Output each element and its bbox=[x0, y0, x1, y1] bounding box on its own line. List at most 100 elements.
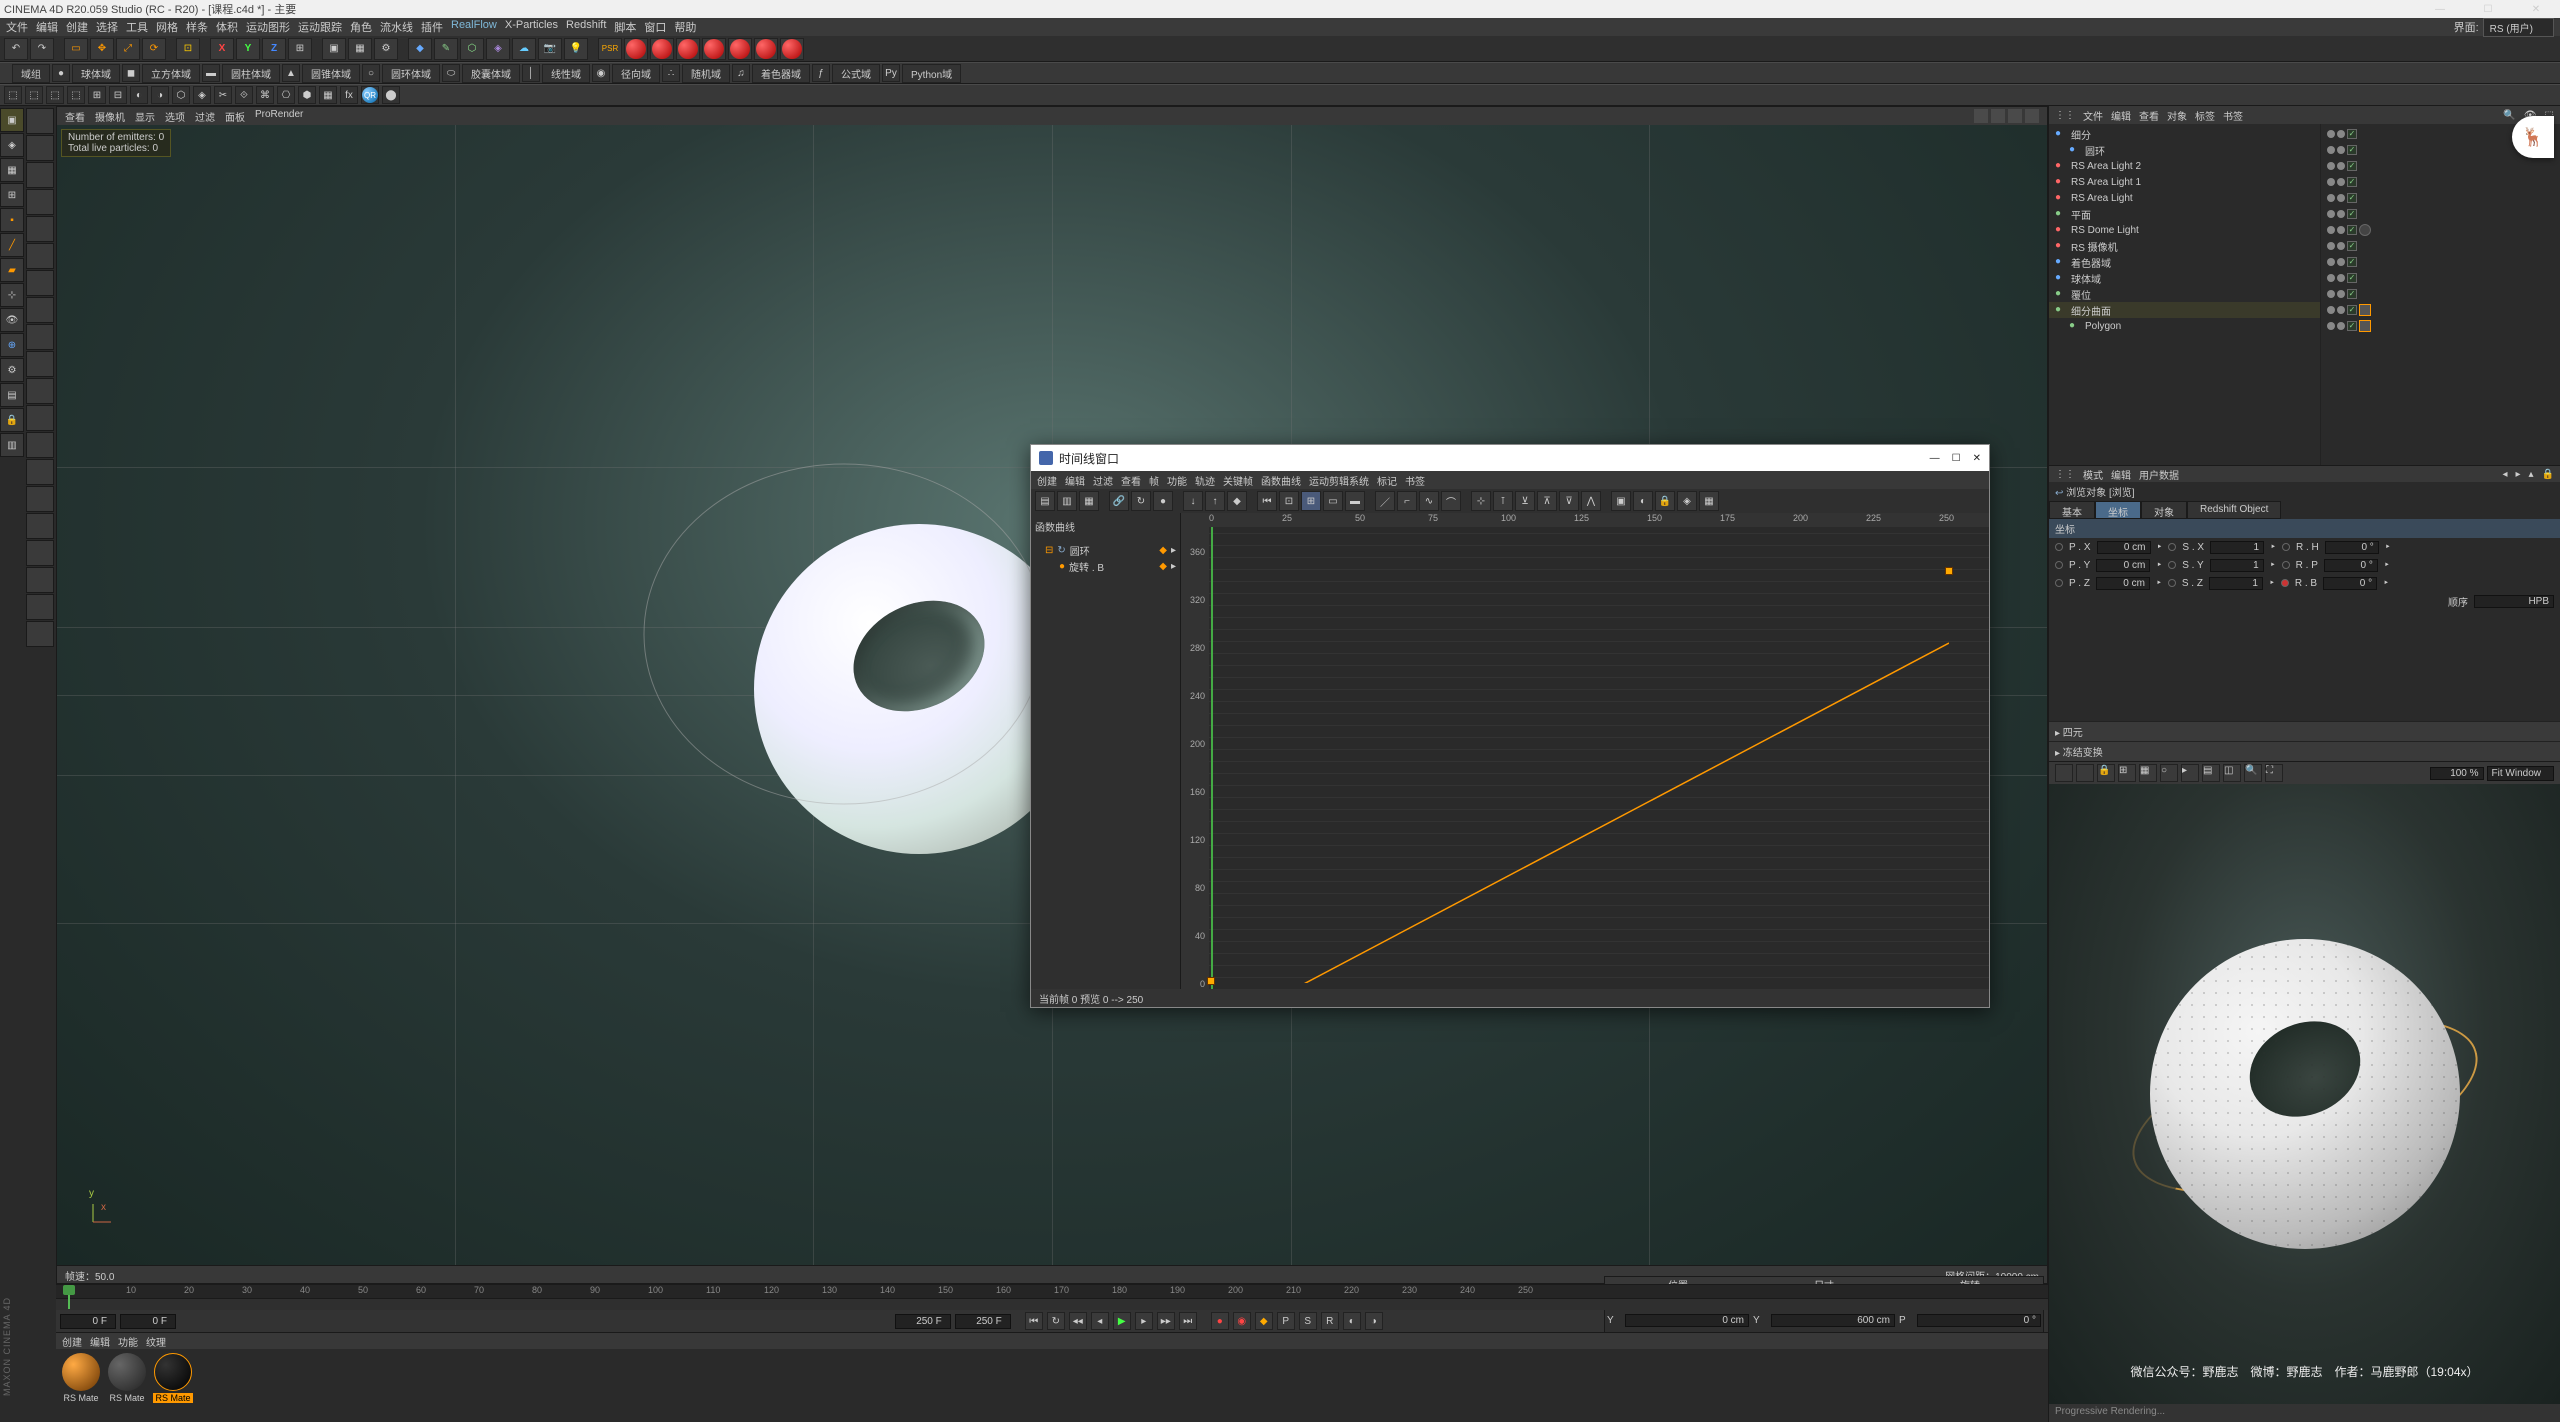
rp-ab-icon[interactable] bbox=[2076, 764, 2094, 782]
rp-full-icon[interactable]: ⛶ bbox=[2265, 764, 2283, 782]
capsule-field-icon[interactable]: ⬭ bbox=[442, 64, 460, 82]
track-item[interactable]: ● 旋转 . B ◆ ▸ bbox=[1035, 558, 1176, 574]
psr-button[interactable]: PSR bbox=[598, 38, 622, 60]
rot-field[interactable]: 0 ° bbox=[2323, 577, 2377, 590]
layer-dot-icon[interactable] bbox=[2337, 178, 2345, 186]
maximize-button[interactable]: ☐ bbox=[2468, 4, 2508, 15]
attr-tab[interactable]: 对象 bbox=[2141, 501, 2187, 519]
tool-qr-icon[interactable]: QR bbox=[361, 86, 379, 104]
sound-field-button[interactable]: 着色器域 bbox=[752, 64, 810, 83]
field-group-button[interactable]: 域组 bbox=[12, 64, 50, 83]
attr-tab[interactable]: 基本 bbox=[2049, 501, 2095, 519]
object-tree-item[interactable]: ●平面 bbox=[2049, 206, 2320, 222]
sphere-field-button[interactable]: 球体域 bbox=[72, 64, 120, 83]
layer-dot-icon[interactable] bbox=[2327, 146, 2335, 154]
grip-icon[interactable]: ⋮⋮ bbox=[2055, 469, 2075, 480]
next-frame-button[interactable]: ▸ bbox=[1135, 1312, 1153, 1330]
keyframe-dot-icon[interactable] bbox=[2168, 579, 2176, 587]
mat-menu-edit[interactable]: 编辑 bbox=[90, 1334, 110, 1349]
rp-compare-icon[interactable]: ◫ bbox=[2223, 764, 2241, 782]
attr-menu-edit[interactable]: 编辑 bbox=[2111, 467, 2131, 482]
random-field-icon[interactable]: ∴ bbox=[662, 64, 680, 82]
object-tree-item[interactable]: ●细分 bbox=[2049, 126, 2320, 142]
fc-lock-icon[interactable]: 🔒 bbox=[1655, 491, 1675, 511]
tool-icon[interactable]: ✂ bbox=[214, 86, 232, 104]
vp-menu-view[interactable]: 查看 bbox=[65, 109, 85, 124]
keyframe-dot-icon[interactable] bbox=[2055, 579, 2063, 587]
add-deformer[interactable]: ◈ bbox=[486, 38, 510, 60]
timeline-preview-start[interactable]: 0 F bbox=[120, 1314, 176, 1329]
key-rot-button[interactable]: R bbox=[1321, 1312, 1339, 1330]
material-tag-icon[interactable] bbox=[2359, 320, 2371, 332]
fc-frame-icon[interactable]: ▭ bbox=[1323, 491, 1343, 511]
menu-redshift[interactable]: Redshift bbox=[566, 19, 606, 35]
vp-nav-icon[interactable] bbox=[2025, 109, 2039, 123]
close-button[interactable]: ✕ bbox=[1973, 453, 1981, 464]
fc-key-down-icon[interactable]: ↓ bbox=[1183, 491, 1203, 511]
fc-marker-icon[interactable]: ◆ bbox=[1227, 491, 1247, 511]
quaternion-expander[interactable]: ▸ 四元 bbox=[2049, 721, 2560, 741]
formula-field-icon[interactable]: ƒ bbox=[812, 64, 830, 82]
close-button[interactable]: ✕ bbox=[2516, 4, 2556, 15]
rp-lock-icon[interactable]: 🔒 bbox=[2097, 764, 2115, 782]
visibility-toggle[interactable]: ✓ bbox=[2347, 289, 2357, 299]
vp-nav-icon[interactable] bbox=[1991, 109, 2005, 123]
modeling-tool[interactable] bbox=[26, 162, 54, 188]
layer-dot-icon[interactable] bbox=[2337, 242, 2345, 250]
keyframe-dot-icon[interactable] bbox=[2281, 579, 2289, 587]
fc-tangent-step-icon[interactable]: ⌐ bbox=[1397, 491, 1417, 511]
add-generator[interactable]: ⬡ bbox=[460, 38, 484, 60]
keyframe-dot-icon[interactable] bbox=[2282, 561, 2290, 569]
tool-icon[interactable]: ◈ bbox=[193, 86, 211, 104]
next-key-button[interactable]: ▸▸ bbox=[1157, 1312, 1175, 1330]
vp-menu-display[interactable]: 显示 bbox=[135, 109, 155, 124]
layer-dot-icon[interactable] bbox=[2337, 130, 2345, 138]
play-button[interactable]: ▶ bbox=[1113, 1312, 1131, 1330]
fc-refresh-icon[interactable]: ↻ bbox=[1131, 491, 1151, 511]
visibility-toggle[interactable]: ✓ bbox=[2347, 225, 2357, 235]
nav-back-icon[interactable]: ◂ bbox=[2502, 469, 2507, 480]
modeling-tool[interactable] bbox=[26, 216, 54, 242]
tool-icon[interactable]: ◐ bbox=[130, 86, 148, 104]
menu-mograph[interactable]: 运动图形 bbox=[246, 19, 290, 35]
menu-pipeline[interactable]: 流水线 bbox=[380, 19, 413, 35]
visibility-toggle[interactable]: ✓ bbox=[2347, 177, 2357, 187]
enable-axis[interactable]: ⊹ bbox=[0, 283, 24, 307]
layer-dot-icon[interactable] bbox=[2337, 306, 2345, 314]
tool-icon[interactable]: ▦ bbox=[319, 86, 337, 104]
object-tree-item[interactable]: ●覆位 bbox=[2049, 286, 2320, 302]
menu-motion-track[interactable]: 运动跟踪 bbox=[298, 19, 342, 35]
layer-dot-icon[interactable] bbox=[2337, 162, 2345, 170]
menu-tools[interactable]: 工具 bbox=[126, 19, 148, 35]
tool-icon[interactable]: ⬢ bbox=[298, 86, 316, 104]
fcurve-line[interactable] bbox=[1209, 603, 1949, 983]
undo-button[interactable]: ↶ bbox=[4, 38, 28, 60]
modeling-tool[interactable] bbox=[26, 459, 54, 485]
point-mode[interactable]: ▪ bbox=[0, 208, 24, 232]
pos-field[interactable]: 0 cm bbox=[2096, 559, 2150, 572]
pos-field[interactable]: 0 cm bbox=[2097, 541, 2151, 554]
modeling-tool[interactable] bbox=[26, 432, 54, 458]
radial-field-icon[interactable]: ◉ bbox=[592, 64, 610, 82]
tool-icon[interactable]: ⬡ bbox=[172, 86, 190, 104]
tool-icon[interactable]: ⎔ bbox=[277, 86, 295, 104]
rs-button-6[interactable] bbox=[754, 38, 778, 60]
fc-snap-icon[interactable]: ⋀ bbox=[1581, 491, 1601, 511]
modeling-tool[interactable] bbox=[26, 621, 54, 647]
fc-mode-icon[interactable]: ▤ bbox=[1035, 491, 1055, 511]
obj-menu-view[interactable]: 查看 bbox=[2139, 108, 2159, 123]
menu-script[interactable]: 脚本 bbox=[614, 19, 636, 35]
rs-button-3[interactable] bbox=[676, 38, 700, 60]
tool-icon[interactable]: ⬚ bbox=[67, 86, 85, 104]
coord-system[interactable]: ⊞ bbox=[288, 38, 312, 60]
timeline-end[interactable]: 250 F bbox=[955, 1314, 1011, 1329]
timeline-playhead[interactable] bbox=[68, 1285, 70, 1309]
modeling-tool[interactable] bbox=[26, 486, 54, 512]
scale-field[interactable]: 1 bbox=[2210, 541, 2264, 554]
torus-field-icon[interactable]: ○ bbox=[362, 64, 380, 82]
modeling-tool[interactable] bbox=[26, 513, 54, 539]
object-tree-item[interactable]: ●球体域 bbox=[2049, 270, 2320, 286]
fcurve-menu-item[interactable]: 轨迹 bbox=[1195, 473, 1215, 488]
visibility-toggle[interactable]: ✓ bbox=[2347, 241, 2357, 251]
fcurve-menu-item[interactable]: 查看 bbox=[1121, 473, 1141, 488]
